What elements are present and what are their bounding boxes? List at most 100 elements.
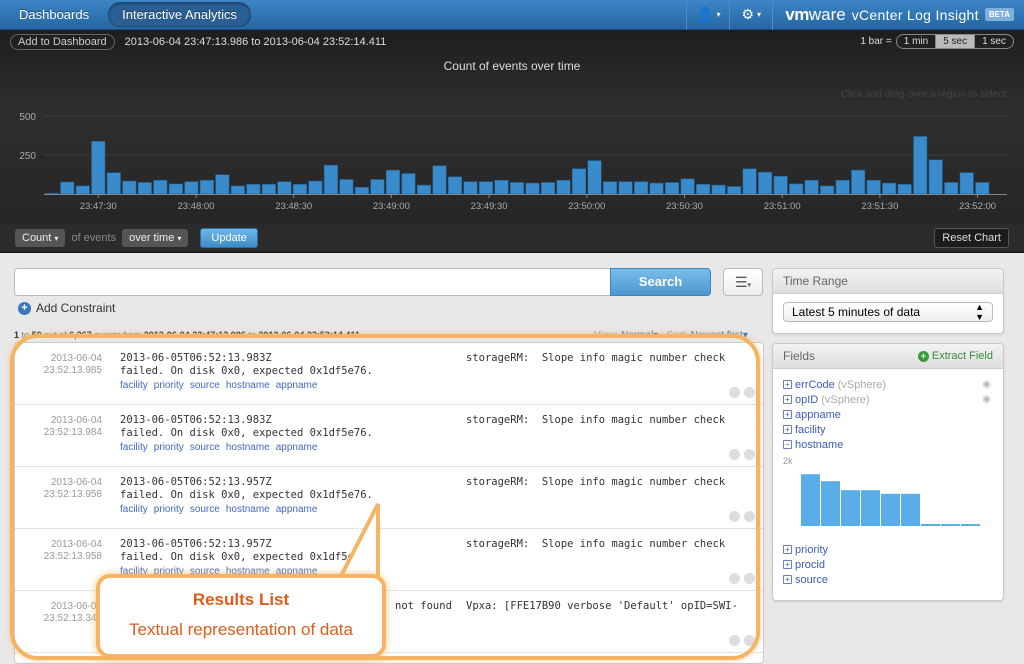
chart-bar[interactable] <box>602 181 618 195</box>
tag-hostname[interactable]: hostname <box>226 504 270 515</box>
chart-bar[interactable] <box>91 140 106 195</box>
clock-icon[interactable] <box>729 449 740 460</box>
field-source[interactable]: + source <box>783 572 1003 587</box>
chart-bar[interactable] <box>215 174 230 195</box>
chart-bar[interactable] <box>789 183 804 195</box>
chart-bar[interactable] <box>711 184 726 195</box>
eye-icon[interactable]: ◉ <box>982 394 991 405</box>
chart-bar[interactable] <box>44 192 59 195</box>
chart-bar[interactable] <box>494 179 509 195</box>
tag-source[interactable]: source <box>190 380 220 391</box>
events-bar-chart[interactable]: 250 500 23:47:30 23:48:00 23:48:30 23:49:00 23… <box>0 60 1024 223</box>
chart-bar[interactable] <box>323 164 338 195</box>
chart-bar[interactable] <box>478 181 494 195</box>
chart-bar[interactable] <box>199 179 214 195</box>
tag-priority[interactable]: priority <box>154 442 184 453</box>
hostname-bar[interactable] <box>861 490 880 526</box>
chart-bar[interactable] <box>587 160 602 195</box>
tag-appname[interactable]: appname <box>276 380 318 391</box>
tag-hostname[interactable]: hostname <box>226 380 270 391</box>
tag-source[interactable]: source <box>190 442 220 453</box>
chart-bar[interactable] <box>308 180 323 195</box>
hostname-bar[interactable] <box>801 474 820 526</box>
clock-icon[interactable] <box>729 573 740 584</box>
tag-facility[interactable]: facility <box>120 380 148 391</box>
field-priority[interactable]: + priority <box>783 542 1003 557</box>
tag-priority[interactable]: priority <box>154 504 184 515</box>
chart-bar[interactable] <box>339 179 354 195</box>
arrow-right-icon[interactable] <box>744 511 755 522</box>
chart-bar[interactable] <box>804 179 819 195</box>
function-dropdown[interactable]: Count ▾ <box>15 228 66 247</box>
tab-dashboards[interactable]: Dashboards <box>6 3 102 26</box>
hostname-distribution-chart[interactable] <box>801 466 991 528</box>
chart-bar[interactable] <box>168 183 183 195</box>
chart-bar[interactable] <box>773 175 788 195</box>
chart-bar[interactable] <box>835 179 850 195</box>
search-options-button[interactable]: ☰▾ <box>723 268 763 296</box>
chart-bar[interactable] <box>153 179 168 195</box>
arrow-right-icon[interactable] <box>744 635 755 646</box>
interval-1-sec[interactable]: 1 sec <box>974 35 1013 48</box>
chart-bar[interactable] <box>354 186 369 195</box>
tag-priority[interactable]: priority <box>154 380 184 391</box>
chart-bar[interactable] <box>649 182 664 195</box>
hostname-bar[interactable] <box>921 524 940 526</box>
chart-bar[interactable] <box>556 179 571 195</box>
reset-chart-button[interactable]: Reset Chart <box>934 227 1009 248</box>
chart-bar[interactable] <box>525 182 540 195</box>
field-opid[interactable]: + opID (vSphere) ◉ <box>783 392 1003 407</box>
result-row[interactable]: 2013-06-04 23:52:13.958 2013-06-05T06:52:… <box>15 467 763 529</box>
chart-bar[interactable] <box>975 182 990 195</box>
chart-bar[interactable] <box>463 181 478 195</box>
add-constraint-link[interactable]: + Add Constraint <box>18 301 115 315</box>
settings-menu-button[interactable]: ⚙ ▾ <box>729 0 772 30</box>
chart-bar[interactable] <box>432 165 447 195</box>
arrow-right-icon[interactable] <box>744 387 755 398</box>
add-to-dashboard-button[interactable]: Add to Dashboard <box>10 33 115 50</box>
chart-area[interactable]: Add to Dashboard 2013-06-04 23:47:13.986… <box>0 30 1024 223</box>
chart-bar[interactable] <box>866 179 881 195</box>
interval-1-min[interactable]: 1 min <box>897 35 935 48</box>
hostname-bar[interactable] <box>901 493 920 526</box>
eye-icon[interactable]: ◉ <box>982 379 991 390</box>
chart-bar[interactable] <box>540 182 556 195</box>
field-hostname[interactable]: − hostname <box>783 437 1003 452</box>
result-row[interactable]: 2013-06-04 23:52:13.985 2013-06-05T06:52:… <box>15 343 763 405</box>
chart-bar[interactable] <box>959 172 974 195</box>
chart-bar[interactable] <box>618 181 633 195</box>
chart-bar[interactable] <box>416 184 432 195</box>
chart-bar[interactable] <box>665 182 680 195</box>
hostname-bar[interactable] <box>821 481 840 526</box>
field-appname[interactable]: + appname <box>783 407 1003 422</box>
chart-bar[interactable] <box>928 159 943 195</box>
chart-bar[interactable] <box>385 169 400 195</box>
user-menu-button[interactable]: 👤 ▾ <box>686 0 729 30</box>
search-input[interactable] <box>14 268 610 296</box>
chart-bar[interactable] <box>742 168 757 195</box>
result-row[interactable]: 2013-06-04 23:52:13.984 2013-06-05T06:52:… <box>15 405 763 467</box>
chart-bar[interactable] <box>75 185 90 195</box>
chart-bar[interactable] <box>820 185 835 195</box>
chart-bar[interactable] <box>261 184 276 195</box>
chart-bar[interactable] <box>758 171 773 195</box>
chart-bar[interactable] <box>571 168 587 195</box>
tag-appname[interactable]: appname <box>276 442 318 453</box>
chart-bar[interactable] <box>680 178 695 195</box>
chart-bar[interactable] <box>897 184 912 195</box>
extract-field-button[interactable]: + Extract Field <box>917 350 993 362</box>
chart-bar[interactable] <box>230 185 245 195</box>
field-facility[interactable]: + facility <box>783 422 1003 437</box>
chart-bar[interactable] <box>106 172 121 195</box>
chart-bar[interactable] <box>634 181 649 195</box>
arrow-right-icon[interactable] <box>744 449 755 460</box>
field-procid[interactable]: + procid <box>783 557 1003 572</box>
chart-bar[interactable] <box>401 173 416 195</box>
grouping-dropdown[interactable]: over time ▾ <box>122 228 189 247</box>
arrow-right-icon[interactable] <box>744 573 755 584</box>
clock-icon[interactable] <box>729 387 740 398</box>
chart-bar[interactable] <box>184 181 199 195</box>
clock-icon[interactable] <box>729 511 740 522</box>
chart-bar[interactable] <box>509 182 525 195</box>
view-dropdown[interactable]: Normal▾ <box>621 330 658 341</box>
